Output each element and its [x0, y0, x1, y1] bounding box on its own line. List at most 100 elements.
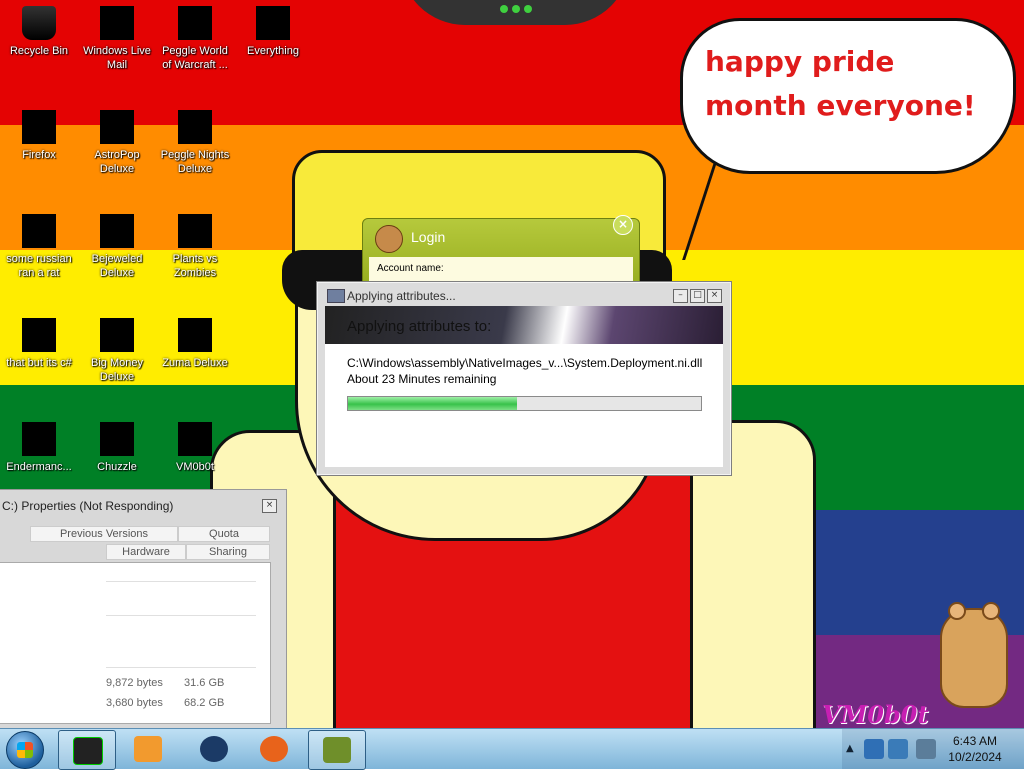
mail-icon	[100, 6, 134, 40]
close-button[interactable]: ×	[707, 289, 722, 303]
desktop-icon-vm0b0t[interactable]: VM0b0t	[156, 416, 234, 474]
firefox-icon	[260, 736, 288, 762]
desktop-icon-label: Plants vs Zombies	[172, 253, 218, 279]
tab-quota[interactable]: Quota	[178, 526, 270, 542]
money-bag-icon	[100, 318, 134, 352]
desktop-icon-big-money[interactable]: Big Money Deluxe	[78, 312, 156, 384]
tab-hardware[interactable]: Hardware	[106, 544, 186, 560]
desktop-icon-peggle-wow[interactable]: Peggle World of Warcraft ...	[156, 0, 234, 72]
minimize-button[interactable]: –	[673, 289, 688, 303]
desktop-icon-label: that but its c#	[6, 357, 72, 369]
desktop-icon-label: Chuzzle	[97, 461, 137, 473]
tray-monitor-icon[interactable]	[888, 739, 908, 759]
window-icon	[327, 289, 345, 303]
desktop-icon-label: Zuma Deluxe	[162, 357, 228, 369]
terminal-icon	[73, 737, 103, 765]
desktop-icon-label: Recycle Bin	[9, 45, 69, 57]
taskbar-box-game[interactable]	[308, 730, 366, 770]
search-icon	[256, 6, 290, 40]
desktop-icon-endermanc[interactable]: Endermanc...	[0, 416, 78, 474]
globe-icon	[200, 736, 228, 762]
tab-previous-versions[interactable]: Previous Versions	[30, 526, 178, 542]
desktop-icon-label: Windows Live Mail	[83, 45, 151, 71]
peggle-icon	[178, 6, 212, 40]
desktop-icon-astropop[interactable]: AstroPop Deluxe	[78, 104, 156, 176]
properties-title: C:) Properties (Not Responding)	[2, 499, 174, 513]
dialog-titlebar[interactable]: Applying attributes... – □ ×	[317, 282, 731, 308]
properties-close-button[interactable]: ×	[262, 499, 277, 513]
properties-pane: 9,872 bytes 31.6 GB 3,680 bytes 68.2 GB	[0, 562, 271, 724]
clock-time: 6:43 AM	[952, 734, 998, 748]
desktop-icon-label: Big Money Deluxe	[91, 357, 143, 383]
recycle-bin-icon	[22, 6, 56, 40]
desktop-icon-label: some russian ran a rat	[6, 253, 72, 279]
free-bytes: 3,680 bytes	[106, 697, 163, 709]
desktop-icon-peggle-nights[interactable]: Peggle Nights Deluxe	[156, 104, 234, 176]
show-hidden-icons-button[interactable]: ▲	[846, 743, 854, 754]
desktop-icon-plants-vs-zombies[interactable]: Plants vs Zombies	[156, 208, 234, 280]
dialog-banner: Applying attributes to:	[325, 306, 723, 344]
clock[interactable]: 6:43 AM 10/2/2024	[940, 733, 1010, 765]
maximize-button[interactable]: □	[690, 289, 705, 303]
desktop-icon-label: Firefox	[22, 149, 56, 161]
start-button[interactable]	[6, 731, 44, 769]
app-icon	[22, 318, 56, 352]
desktop-icon-label: Peggle World of Warcraft ...	[162, 45, 228, 71]
astropop-icon	[100, 110, 134, 144]
properties-window[interactable]: C:) Properties (Not Responding) × Previo…	[0, 489, 287, 730]
login-window[interactable]: Login × Account name:	[362, 215, 640, 290]
used-bytes: 9,872 bytes	[106, 677, 163, 689]
desktop-icon-label: VM0b0t	[176, 461, 214, 473]
dialog-heading: Applying attributes to:	[347, 318, 492, 335]
tray-network-icon[interactable]	[916, 739, 936, 759]
tab-sharing[interactable]: Sharing	[186, 544, 270, 560]
dialog-title: Applying attributes...	[347, 289, 456, 303]
peggle-nights-icon	[178, 110, 212, 144]
gem-icon	[100, 214, 134, 248]
progress-bar	[347, 396, 702, 411]
taskbar-globe[interactable]	[186, 730, 242, 768]
gopher-icon	[375, 225, 403, 253]
desktop-icon-windows-live-mail[interactable]: Windows Live Mail	[78, 0, 156, 72]
app-icon	[22, 214, 56, 248]
account-name-label: Account name:	[377, 263, 444, 274]
desktop-icon-recycle-bin[interactable]: Recycle Bin	[0, 0, 78, 58]
media-player-icon	[134, 736, 162, 762]
taskbar: ▲ 6:43 AM 10/2/2024	[0, 728, 1024, 770]
applying-attributes-dialog[interactable]: Applying attributes... – □ × Applying at…	[316, 281, 732, 476]
desktop-icon-firefox[interactable]: Firefox	[0, 104, 78, 162]
current-file-path: C:\Windows\assembly\NativeImages_v...\Sy…	[347, 356, 703, 370]
hamster-image	[940, 602, 1008, 708]
clock-date: 10/2/2024	[948, 750, 1002, 764]
corner-logo: VM0b0t	[822, 700, 929, 729]
desktop-icon-label: AstroPop Deluxe	[94, 149, 140, 175]
progress-fill	[348, 397, 518, 410]
free-size: 68.2 GB	[184, 697, 225, 709]
login-close-button[interactable]: ×	[613, 215, 633, 235]
taskbar-terminal[interactable]	[58, 730, 116, 770]
chuzzle-icon	[100, 422, 134, 456]
desktop-icon-zuma[interactable]: Zuma Deluxe	[156, 312, 234, 370]
box-game-icon	[323, 737, 351, 763]
windows-logo-icon	[17, 742, 33, 758]
time-remaining: About 23 Minutes remaining	[347, 372, 497, 386]
taskbar-firefox[interactable]	[246, 730, 302, 768]
desktop-icon-label: Bejeweled Deluxe	[91, 253, 143, 279]
desktop-icon-bejeweled[interactable]: Bejeweled Deluxe	[78, 208, 156, 280]
tray-app-icon[interactable]	[864, 739, 884, 759]
taskbar-media-player[interactable]	[120, 730, 176, 768]
plant-icon	[178, 214, 212, 248]
speech-bubble-text: happy pride month everyone!	[705, 45, 976, 122]
desktop-icon-chuzzle[interactable]: Chuzzle	[78, 416, 156, 474]
app-icon	[22, 422, 56, 456]
login-title: Login	[411, 229, 446, 245]
desktop-icon-everything[interactable]: Everything	[234, 0, 312, 58]
firefox-icon	[22, 110, 56, 144]
desktop-icon-label: Endermanc...	[6, 461, 72, 473]
dialog-content: C:\Windows\assembly\NativeImages_v...\Sy…	[325, 344, 723, 467]
app-icon	[178, 422, 212, 456]
desktop-icon-label: Peggle Nights Deluxe	[160, 149, 230, 175]
desktop-icon-that-but-csharp[interactable]: that but its c#	[0, 312, 78, 370]
desktop-icon-russian-rat[interactable]: some russian ran a rat	[0, 208, 78, 280]
zuma-icon	[178, 318, 212, 352]
